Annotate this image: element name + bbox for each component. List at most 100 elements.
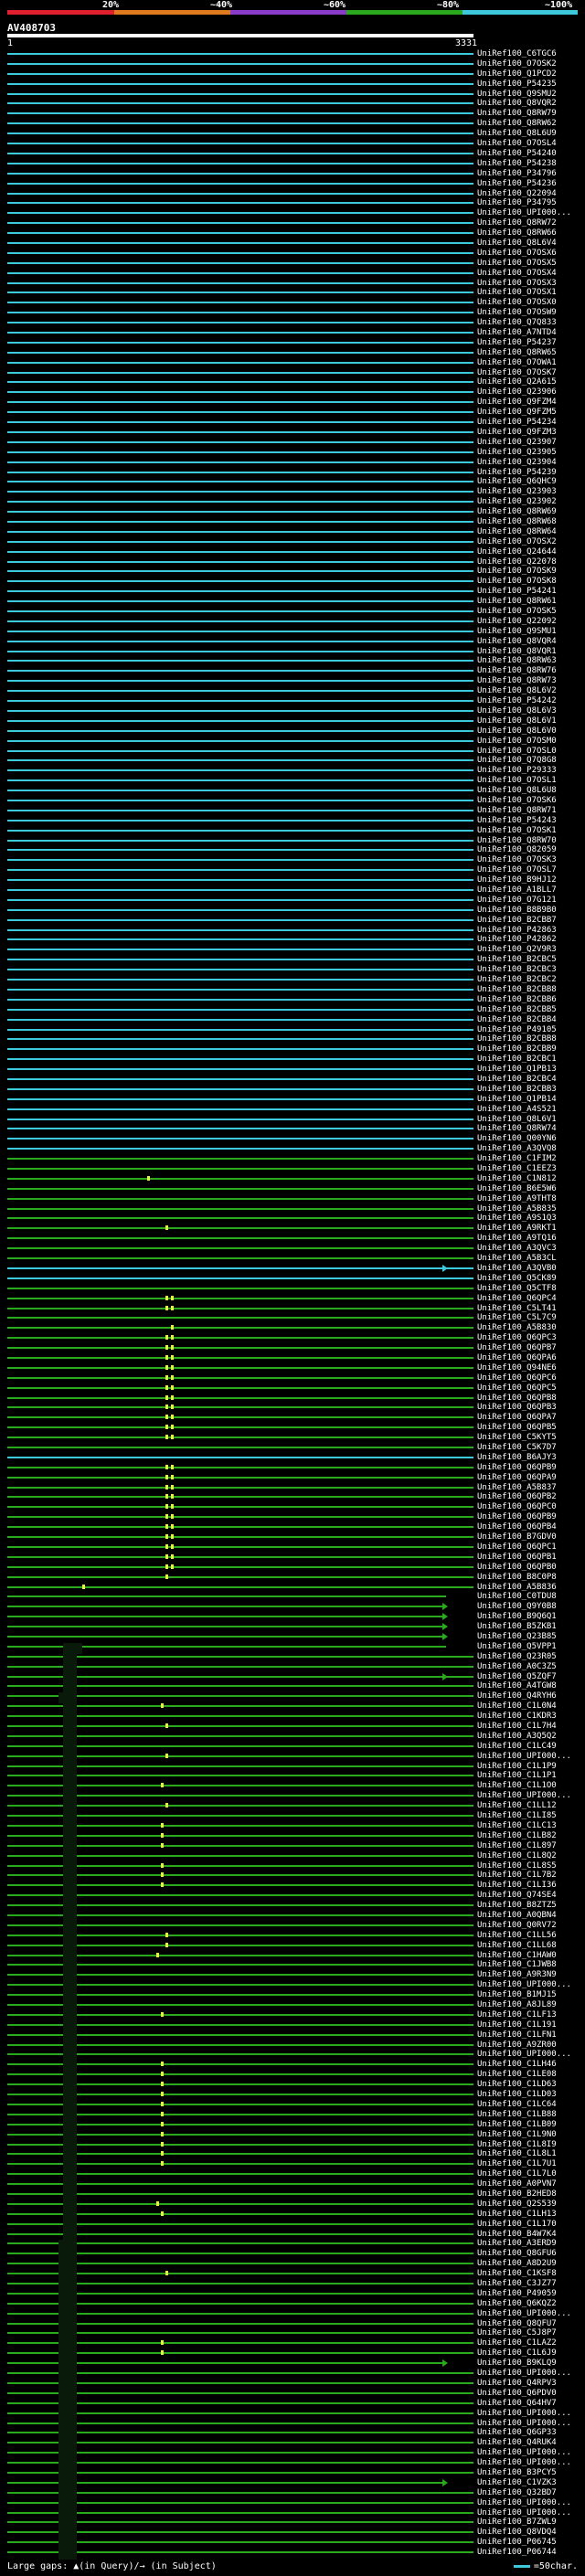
- hit-row[interactable]: UniRef100_C1LC64: [0, 2101, 585, 2112]
- hit-row[interactable]: UniRef100_P54238: [0, 160, 585, 169]
- hit-row[interactable]: UniRef100_C1L897: [0, 1842, 585, 1853]
- hit-label[interactable]: UniRef100_Q6QPB9: [477, 1513, 557, 1521]
- hit-row[interactable]: UniRef100_B3PCY5: [0, 2469, 585, 2480]
- hit-row[interactable]: UniRef100_A3Q5Q2: [0, 1733, 585, 1744]
- hit-label[interactable]: UniRef100_Q6QPC4: [477, 1295, 557, 1303]
- hit-label[interactable]: UniRef100_O7OSL4: [477, 140, 557, 148]
- hit-row[interactable]: UniRef100_C1LD63: [0, 2081, 585, 2092]
- hit-label[interactable]: UniRef100_B2CBB5: [477, 1006, 557, 1014]
- hit-row[interactable]: UniRef100_C5KYT5: [0, 1434, 585, 1443]
- hit-label[interactable]: UniRef100_Q8RW71: [477, 807, 557, 815]
- hit-label[interactable]: UniRef100_O7OSW9: [477, 309, 557, 317]
- hit-row[interactable]: UniRef100_C1VZK3: [0, 2479, 585, 2490]
- hit-label[interactable]: UniRef100_Q23906: [477, 388, 557, 397]
- hit-row[interactable]: UniRef100_Q7Q833: [0, 319, 585, 328]
- hit-label[interactable]: UniRef100_A9ZR00: [477, 2041, 557, 2050]
- hit-label[interactable]: UniRef100_Q82059: [477, 846, 557, 854]
- hit-label[interactable]: UniRef100_A9TQ16: [477, 1235, 557, 1243]
- hit-row[interactable]: UniRef100_Q6QPC6: [0, 1374, 585, 1383]
- hit-label[interactable]: UniRef100_Q6QPB5: [477, 1424, 557, 1432]
- hit-label[interactable]: UniRef100_Q2S539: [477, 2200, 557, 2209]
- hit-label[interactable]: UniRef100_Q4RUK4: [477, 2439, 557, 2447]
- hit-label[interactable]: UniRef100_C1L897: [477, 1842, 557, 1850]
- hit-row[interactable]: UniRef100_Q8L6V3: [0, 707, 585, 716]
- hit-row[interactable]: UniRef100_C1L8L1: [0, 2150, 585, 2161]
- hit-label[interactable]: UniRef100_C1HAW0: [477, 1952, 557, 1960]
- hit-row[interactable]: UniRef100_O7OSK8: [0, 578, 585, 587]
- hit-row[interactable]: UniRef100_A3QVC3: [0, 1245, 585, 1254]
- hit-row[interactable]: UniRef100_A0QBN4: [0, 1912, 585, 1923]
- hit-row[interactable]: UniRef100_O7OWA1: [0, 359, 585, 368]
- hit-row[interactable]: UniRef100_Q8RW72: [0, 219, 585, 228]
- hit-label[interactable]: UniRef100_B9HJ12: [477, 876, 557, 885]
- hit-row[interactable]: UniRef100_O7OSK1: [0, 827, 585, 836]
- hit-label[interactable]: UniRef100_A9S1Q3: [477, 1214, 557, 1223]
- hit-row[interactable]: UniRef100_Q8RW64: [0, 528, 585, 537]
- hit-label[interactable]: UniRef100_O7OSK2: [477, 60, 557, 69]
- hit-label[interactable]: UniRef100_B2CBB8: [477, 1035, 557, 1044]
- hit-label[interactable]: UniRef100_P06745: [477, 2539, 557, 2547]
- hit-label[interactable]: UniRef100_Q8RW63: [477, 657, 557, 665]
- hit-row[interactable]: UniRef100_P06745: [0, 2539, 585, 2549]
- hit-label[interactable]: UniRef100_O7OSM0: [477, 737, 557, 746]
- hit-row[interactable]: UniRef100_O7OSK2: [0, 60, 585, 69]
- hit-label[interactable]: UniRef100_O7OSX3: [477, 280, 557, 288]
- hit-label[interactable]: UniRef100_Q6QPB7: [477, 1344, 557, 1352]
- hit-label[interactable]: UniRef100_C1LI85: [477, 1812, 557, 1820]
- hit-label[interactable]: UniRef100_C1L170: [477, 2221, 557, 2229]
- hit-row[interactable]: UniRef100_C1LB88: [0, 2111, 585, 2122]
- hit-row[interactable]: UniRef100_O7OSW9: [0, 309, 585, 318]
- hit-row[interactable]: UniRef100_UPI000...: [0, 2051, 585, 2062]
- hit-row[interactable]: UniRef100_Q8VQR4: [0, 638, 585, 647]
- hit-row[interactable]: UniRef100_O7OSL1: [0, 777, 585, 786]
- hit-label[interactable]: UniRef100_Q6QPA6: [477, 1354, 557, 1362]
- hit-label[interactable]: UniRef100_C1LB09: [477, 2121, 557, 2129]
- hit-label[interactable]: UniRef100_Q8L6V1: [477, 717, 557, 726]
- hit-row[interactable]: UniRef100_O7OSX0: [0, 299, 585, 308]
- hit-row[interactable]: UniRef100_C0TDU8: [0, 1593, 585, 1604]
- hit-label[interactable]: UniRef100_Q8RW76: [477, 667, 557, 675]
- hit-row[interactable]: UniRef100_B2CBC5: [0, 956, 585, 965]
- hit-row[interactable]: UniRef100_B6AJY3: [0, 1454, 585, 1463]
- hit-label[interactable]: UniRef100_A5B3CL: [477, 1255, 557, 1263]
- hit-label[interactable]: UniRef100_C1LE08: [477, 2071, 557, 2079]
- hit-row[interactable]: UniRef100_Q6QPC5: [0, 1384, 585, 1394]
- hit-row[interactable]: UniRef100_Q23905: [0, 449, 585, 458]
- hit-row[interactable]: UniRef100_Q8RW71: [0, 807, 585, 816]
- hit-row[interactable]: UniRef100_C1LH46: [0, 2061, 585, 2072]
- hit-label[interactable]: UniRef100_Q94NE6: [477, 1364, 557, 1373]
- hit-row[interactable]: UniRef100_O7OSL7: [0, 866, 585, 875]
- hit-label[interactable]: UniRef100_UPI000...: [477, 2509, 571, 2518]
- hit-label[interactable]: UniRef100_Q6GP33: [477, 2429, 557, 2437]
- hit-row[interactable]: UniRef100_Q8L6V2: [0, 687, 585, 696]
- hit-label[interactable]: UniRef100_B5ZKB1: [477, 1623, 557, 1631]
- hit-label[interactable]: UniRef100_C1EEZ3: [477, 1165, 557, 1173]
- hit-row[interactable]: UniRef100_P54241: [0, 588, 585, 597]
- hit-label[interactable]: UniRef100_A3ERD9: [477, 2240, 557, 2248]
- hit-label[interactable]: UniRef100_C1L6J9: [477, 2349, 557, 2358]
- hit-label[interactable]: UniRef100_A5B835: [477, 1205, 557, 1214]
- hit-label[interactable]: UniRef100_Q8VQR1: [477, 648, 557, 656]
- hit-row[interactable]: UniRef100_Q6QPC3: [0, 1334, 585, 1343]
- hit-row[interactable]: UniRef100_C1EEZ3: [0, 1165, 585, 1174]
- hit-label[interactable]: UniRef100_A3QVB0: [477, 1265, 557, 1273]
- hit-label[interactable]: UniRef100_Q6QPB2: [477, 1493, 557, 1501]
- hit-row[interactable]: UniRef100_A0PVN7: [0, 2180, 585, 2191]
- hit-label[interactable]: UniRef100_C5LT41: [477, 1305, 557, 1313]
- hit-label[interactable]: UniRef100_Q6PDV0: [477, 2390, 557, 2398]
- hit-label[interactable]: UniRef100_Q22078: [477, 558, 557, 567]
- hit-row[interactable]: UniRef100_C1L170: [0, 2221, 585, 2231]
- hit-row[interactable]: UniRef100_C3JZ77: [0, 2280, 585, 2291]
- hit-row[interactable]: UniRef100_Q6QPA7: [0, 1414, 585, 1423]
- hit-label[interactable]: UniRef100_O7OSX5: [477, 260, 557, 268]
- hit-label[interactable]: UniRef100_Q8RW70: [477, 837, 557, 845]
- hit-row[interactable]: UniRef100_C5K7D7: [0, 1444, 585, 1453]
- hit-row[interactable]: UniRef100_B6E5W6: [0, 1185, 585, 1194]
- hit-label[interactable]: UniRef100_B2CBB4: [477, 1016, 557, 1024]
- hit-label[interactable]: UniRef100_Q8RW72: [477, 219, 557, 228]
- hit-label[interactable]: UniRef100_Q6QPC0: [477, 1503, 557, 1511]
- hit-label[interactable]: UniRef100_Q8L6U9: [477, 130, 557, 138]
- hit-label[interactable]: UniRef100_B6E5W6: [477, 1185, 557, 1193]
- hit-label[interactable]: UniRef100_Q8RW74: [477, 1125, 557, 1133]
- hit-row[interactable]: UniRef100_C1KDR3: [0, 1712, 585, 1723]
